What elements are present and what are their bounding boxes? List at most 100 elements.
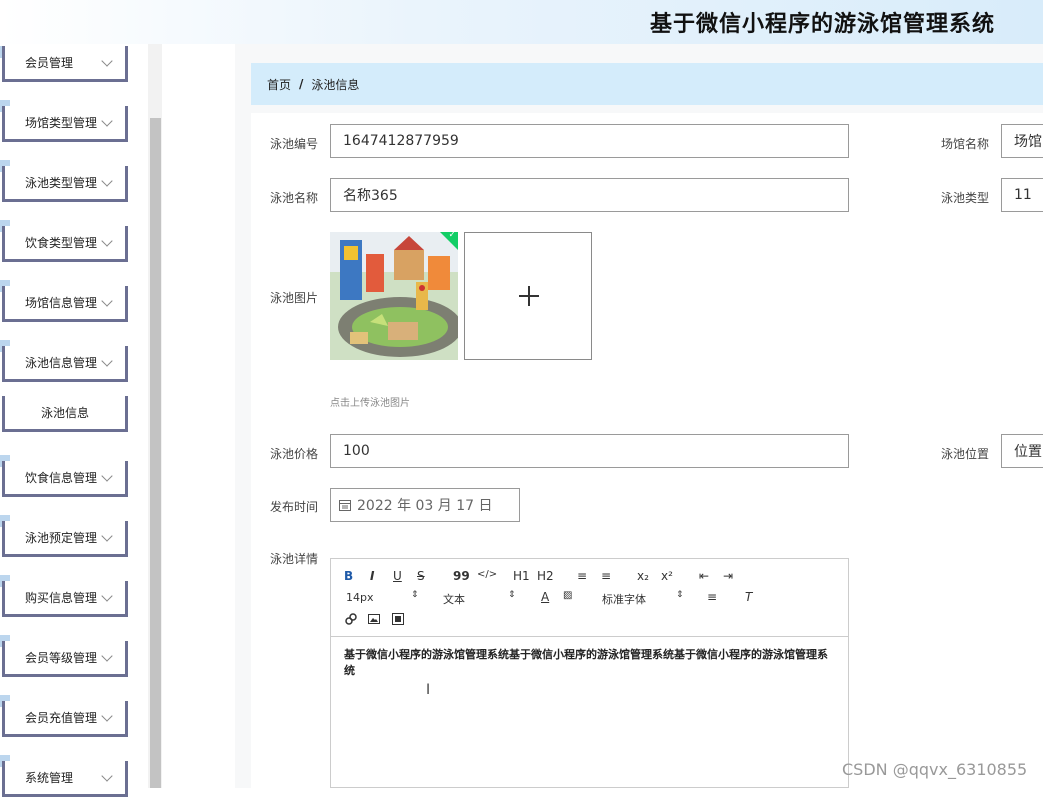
- pool-price-input[interactable]: 100: [330, 434, 849, 468]
- pool-detail-label: 泳池详情: [270, 552, 319, 566]
- sidebar-item-label: 饮食信息管理: [25, 471, 98, 485]
- pool-image-thumbnail[interactable]: ✓: [330, 232, 458, 360]
- subscript-button[interactable]: x₂: [637, 569, 649, 583]
- font-size-arrows-icon[interactable]: ⇕: [411, 590, 419, 600]
- chevron-down-icon: [101, 709, 113, 722]
- publish-time-value: 2022 年 03 月 17 日: [357, 498, 493, 514]
- background-color-icon[interactable]: ▨: [563, 590, 572, 601]
- sidebar-item-label: 购买信息管理: [25, 591, 98, 605]
- top-header: 基于微信小程序的游泳馆管理系统: [0, 0, 1043, 44]
- pool-no-input[interactable]: 1647412877959: [330, 124, 849, 158]
- chevron-down-icon: [101, 589, 113, 602]
- sidebar-item-pool-booking[interactable]: 泳池预定管理: [2, 521, 128, 557]
- breadcrumb-separator: /: [299, 77, 304, 91]
- chevron-down-icon: [101, 174, 113, 187]
- italic-button[interactable]: I: [370, 569, 374, 583]
- chevron-down-icon: [101, 294, 113, 307]
- image-icon[interactable]: [368, 613, 380, 625]
- sidebar-item-label: 场馆类型管理: [25, 116, 98, 130]
- outdent-icon[interactable]: ⇤: [699, 569, 709, 583]
- upload-hint: 点击上传泳池图片: [330, 398, 410, 409]
- chevron-down-icon: [101, 354, 113, 367]
- strike-button[interactable]: S: [417, 569, 425, 583]
- sidebar-item-label: 泳池预定管理: [25, 531, 98, 545]
- pool-no-label: 泳池编号: [270, 137, 319, 151]
- sidebar-item-diet-type[interactable]: 饮食类型管理: [2, 226, 128, 262]
- sidebar-item-pool-type[interactable]: 泳池类型管理: [2, 166, 128, 202]
- sidebar-item-label: 会员管理: [25, 56, 74, 70]
- clear-format-icon[interactable]: T: [745, 590, 752, 604]
- content-gutter: [162, 44, 235, 788]
- bullet-list-button[interactable]: ≡: [601, 569, 611, 583]
- pool-type-label: 泳池类型: [941, 191, 990, 205]
- sidebar-item-venue-info[interactable]: 场馆信息管理: [2, 286, 128, 322]
- font-color-icon[interactable]: A: [541, 590, 549, 604]
- upload-image-button[interactable]: [464, 232, 592, 360]
- calendar-icon: [339, 500, 351, 511]
- sidebar-item-system[interactable]: 系统管理: [2, 761, 128, 797]
- sidebar-scrollbar-thumb[interactable]: [150, 118, 161, 788]
- venue-name-label: 场馆名称: [941, 137, 990, 151]
- sidebar-item-pool-info[interactable]: 泳池信息管理: [2, 346, 128, 382]
- sidebar-item-label: 会员充值管理: [25, 711, 98, 725]
- publish-time-label: 发布时间: [270, 500, 319, 514]
- chevron-down-icon: [101, 54, 113, 67]
- sidebar-item-label: 系统管理: [25, 771, 74, 785]
- superscript-button[interactable]: x²: [661, 569, 673, 583]
- rich-text-editor[interactable]: B I U S 99 </> H1 H2 ≡ ≡ x₂ x² ⇤ ⇥ 14px …: [330, 558, 849, 788]
- pool-location-label: 泳池位置: [941, 447, 990, 461]
- sidebar-item-label: 场馆信息管理: [25, 296, 98, 310]
- sidebar-item-venue-type[interactable]: 场馆类型管理: [2, 106, 128, 142]
- chevron-down-icon: [101, 529, 113, 542]
- chevron-down-icon: [101, 114, 113, 127]
- toy-town-image: [330, 232, 458, 360]
- app-title: 基于微信小程序的游泳馆管理系统: [649, 12, 995, 37]
- breadcrumb-home[interactable]: 首页: [267, 76, 291, 93]
- h2-button[interactable]: H2: [537, 569, 554, 583]
- sidebar-item-member[interactable]: 会员管理: [2, 46, 128, 82]
- chevron-down-icon: [101, 649, 113, 662]
- ordered-list-button[interactable]: ≡: [577, 569, 587, 583]
- sidebar-item-member-recharge[interactable]: 会员充值管理: [2, 701, 128, 737]
- h1-button[interactable]: H1: [513, 569, 530, 583]
- pool-name-input[interactable]: 名称365: [330, 178, 849, 212]
- bold-button[interactable]: B: [344, 569, 353, 583]
- editor-content[interactable]: 基于微信小程序的游泳馆管理系统基于微信小程序的游泳馆管理系统基于微信小程序的游泳…: [344, 647, 834, 679]
- check-icon: ✓: [448, 232, 456, 240]
- align-icon[interactable]: ≡: [707, 590, 717, 604]
- text-cursor-icon: I: [426, 682, 431, 698]
- sidebar-item-label: 饮食类型管理: [25, 236, 98, 250]
- sidebar-item-label: 会员等级管理: [25, 651, 98, 665]
- sidebar-item-purchase[interactable]: 购买信息管理: [2, 581, 128, 617]
- text-style-select[interactable]: 文本: [443, 591, 465, 607]
- watermark: CSDN @qqvx_6310855: [842, 760, 1028, 779]
- editor-toolbar: B I U S 99 </> H1 H2 ≡ ≡ x₂ x² ⇤ ⇥ 14px …: [331, 559, 848, 637]
- chevron-down-icon: [101, 769, 113, 782]
- pool-type-input[interactable]: 11: [1001, 178, 1043, 212]
- pool-location-input[interactable]: 位置: [1001, 434, 1043, 468]
- venue-name-input[interactable]: 场馆: [1001, 124, 1043, 158]
- underline-button[interactable]: U: [393, 569, 402, 583]
- chevron-down-icon: [101, 234, 113, 247]
- text-style-arrows-icon[interactable]: ⇕: [508, 590, 516, 600]
- sidebar-subitem-pool-info[interactable]: 泳池信息: [2, 396, 128, 432]
- link-icon[interactable]: [345, 613, 357, 625]
- breadcrumb-current: 泳池信息: [311, 77, 360, 92]
- font-family-arrows-icon[interactable]: ⇕: [676, 590, 684, 600]
- sidebar-item-diet-info[interactable]: 饮食信息管理: [2, 461, 128, 497]
- chevron-down-icon: [101, 469, 113, 482]
- quote-button[interactable]: 99: [453, 569, 470, 583]
- sidebar-item-label: 泳池信息: [40, 406, 89, 420]
- indent-icon[interactable]: ⇥: [723, 569, 733, 583]
- sidebar-item-member-level[interactable]: 会员等级管理: [2, 641, 128, 677]
- font-size-select[interactable]: 14px: [346, 591, 374, 604]
- video-icon[interactable]: [392, 613, 404, 625]
- sidebar-item-label: 泳池信息管理: [25, 356, 98, 370]
- code-button[interactable]: </>: [477, 569, 497, 580]
- publish-time-picker[interactable]: 2022 年 03 月 17 日: [330, 488, 520, 522]
- pool-price-label: 泳池价格: [270, 447, 319, 461]
- pool-image-label: 泳池图片: [270, 291, 319, 305]
- breadcrumb: 首页 / 泳池信息: [251, 63, 1043, 105]
- font-family-select[interactable]: 标准字体: [602, 591, 646, 607]
- plus-icon-vertical: [528, 286, 530, 306]
